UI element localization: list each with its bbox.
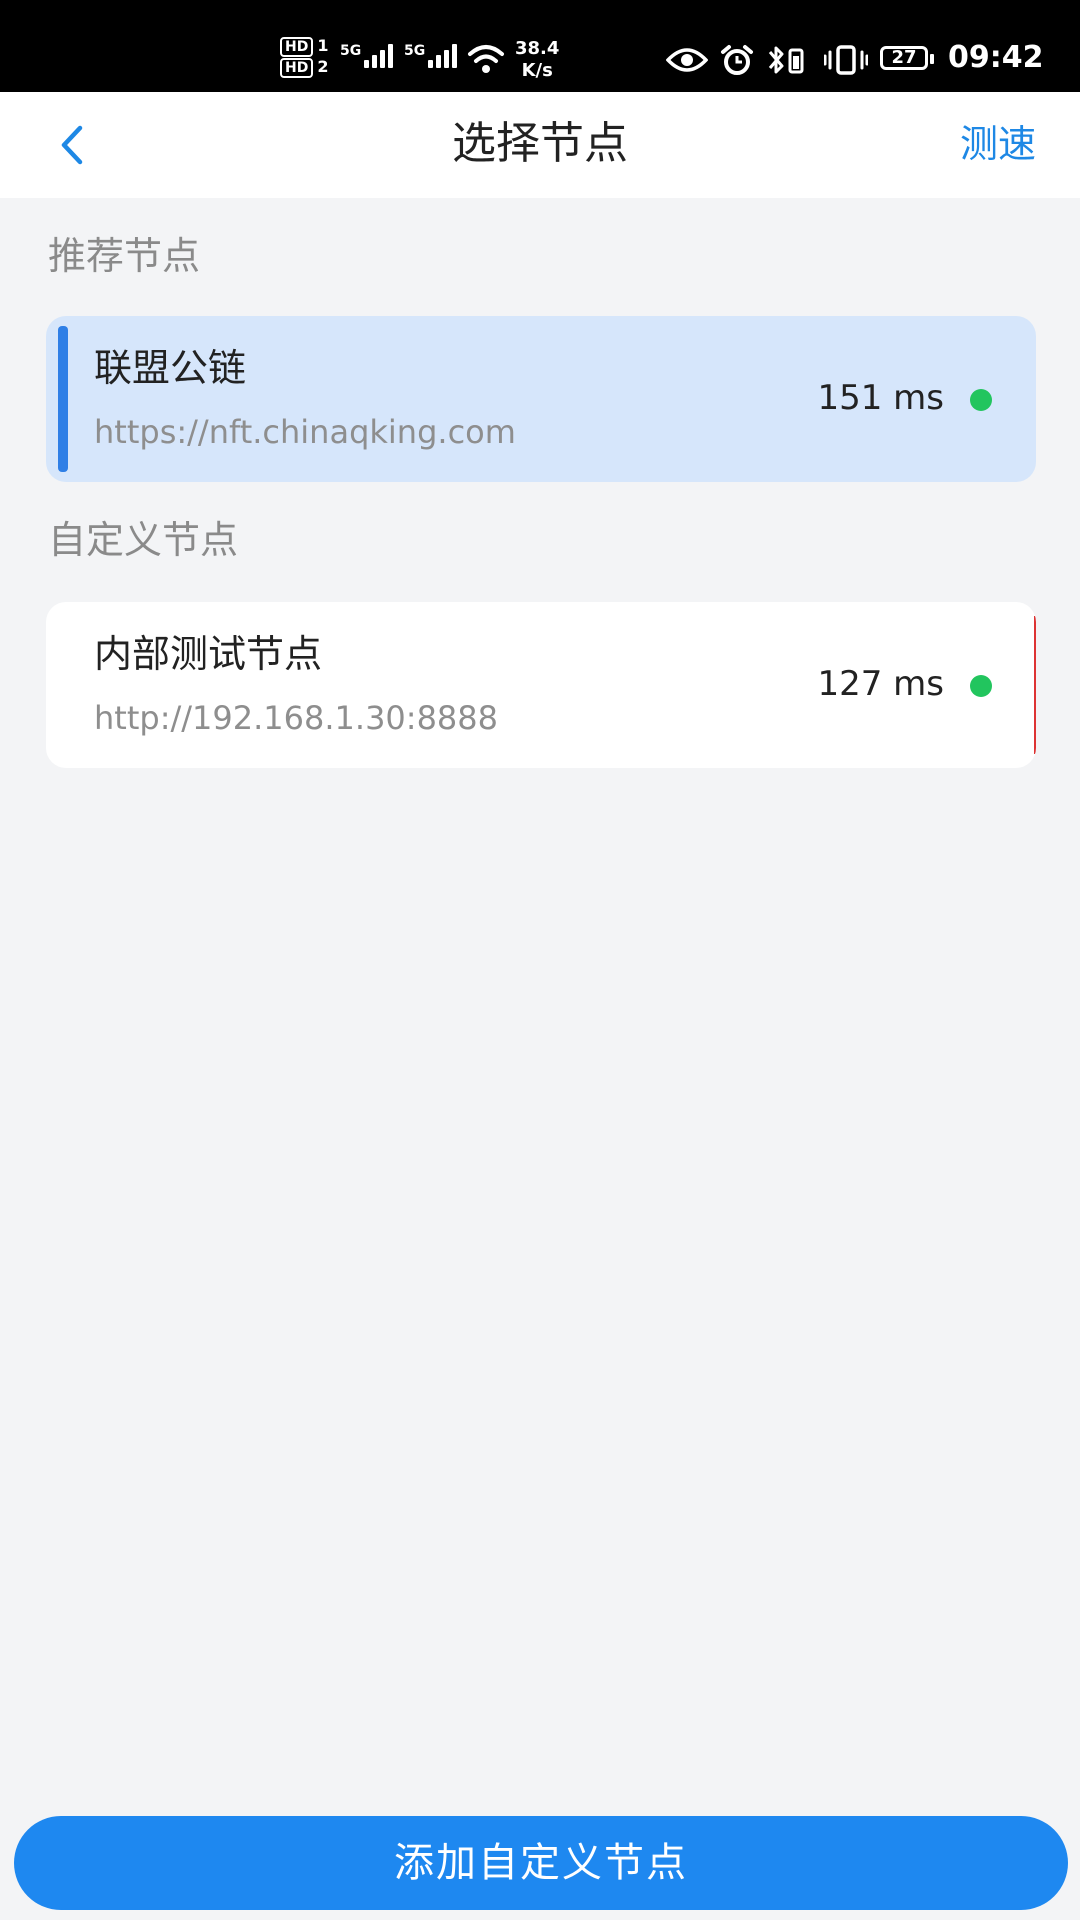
signal-2-icon: 5G bbox=[404, 44, 460, 68]
alarm-icon bbox=[721, 45, 753, 75]
hd2-label: HD bbox=[280, 58, 314, 78]
status-dot-icon bbox=[970, 389, 992, 411]
network-speed: 38.4 K/s bbox=[515, 38, 560, 81]
node-card-recommended[interactable]: 联盟公链 https://nft.chinaqking.com 151 ms bbox=[46, 316, 1036, 482]
selected-indicator bbox=[58, 326, 68, 472]
node-url: http://192.168.1.30:8888 bbox=[94, 699, 498, 737]
hd-indicator: HD 1 HD 2 bbox=[280, 36, 328, 78]
battery-icon: 27 bbox=[880, 46, 934, 70]
page-title: 选择节点 bbox=[452, 118, 628, 169]
hd1-sub: 1 bbox=[317, 36, 329, 55]
status-dot-icon bbox=[970, 675, 992, 697]
swipe-edge-indicator bbox=[1034, 616, 1036, 754]
clock: 09:42 bbox=[948, 40, 1044, 75]
node-latency: 127 ms bbox=[817, 664, 944, 704]
signal-1-icon: 5G bbox=[340, 44, 396, 68]
bluetooth-icon bbox=[768, 46, 804, 74]
eye-icon bbox=[666, 48, 708, 72]
status-bar: HD 1 HD 2 5G 5G 38.4 K/s 27 09:42 bbox=[0, 0, 1080, 92]
node-card-custom[interactable]: 内部测试节点 http://192.168.1.30:8888 127 ms bbox=[46, 602, 1036, 768]
speed-test-button[interactable]: 测速 bbox=[960, 118, 1036, 170]
add-custom-node-button[interactable]: 添加自定义节点 bbox=[14, 1816, 1068, 1910]
node-url: https://nft.chinaqking.com bbox=[94, 413, 516, 451]
hd2-sub: 2 bbox=[317, 57, 329, 76]
top-nav-bar: 选择节点 测速 bbox=[0, 92, 1080, 198]
vibrate-icon bbox=[824, 45, 868, 75]
recommended-section-title: 推荐节点 bbox=[48, 234, 201, 278]
wifi-icon bbox=[468, 45, 504, 73]
custom-section-title: 自定义节点 bbox=[48, 518, 239, 562]
hd1-label: HD bbox=[280, 37, 314, 57]
node-name: 内部测试节点 bbox=[94, 632, 323, 676]
node-latency: 151 ms bbox=[817, 378, 944, 418]
node-name: 联盟公链 bbox=[94, 346, 247, 390]
